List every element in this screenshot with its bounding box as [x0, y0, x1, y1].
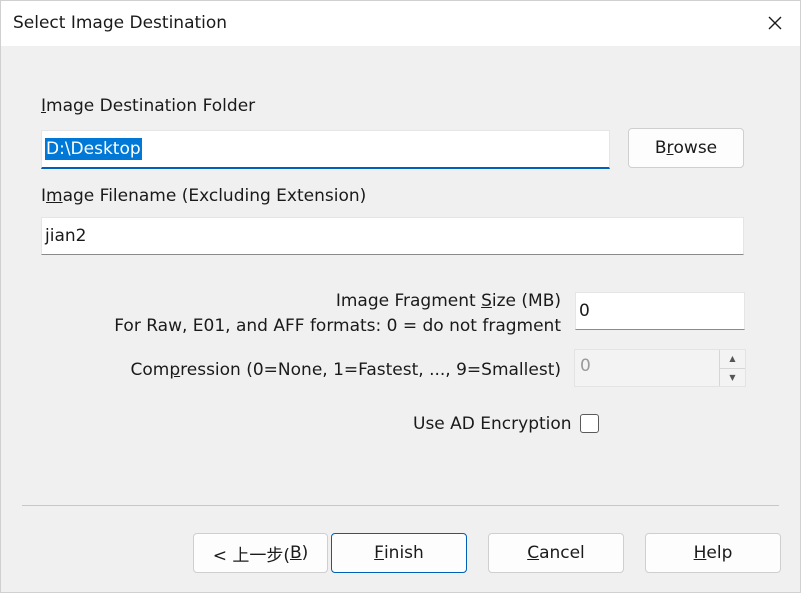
- fragment-size-hint: For Raw, E01, and AFF formats: 0 = do no…: [114, 316, 561, 336]
- filename-input[interactable]: jian2: [41, 217, 744, 255]
- browse-button[interactable]: Br owse: [628, 128, 744, 168]
- encryption-checkbox[interactable]: [580, 414, 599, 433]
- spin-up-icon[interactable]: ▲: [719, 350, 745, 368]
- help-button[interactable]: Help: [645, 533, 781, 573]
- finish-button[interactable]: Finish: [331, 533, 467, 573]
- cancel-button[interactable]: Cancel: [488, 533, 624, 573]
- encryption-label: Use AD Encryption: [413, 414, 572, 434]
- compression-spinbox[interactable]: 0 ▲ ▼: [574, 349, 746, 387]
- dialog-title: Select Image Destination: [13, 13, 228, 33]
- destination-folder-value: D:\Desktop: [45, 138, 142, 160]
- compression-spin-buttons: ▲ ▼: [719, 350, 745, 386]
- compression-value: 0: [580, 356, 591, 376]
- filename-value: jian2: [45, 226, 87, 246]
- back-button[interactable]: < 上一步(B): [193, 533, 328, 573]
- divider: [22, 505, 779, 506]
- dialog-content: Image Destination Folder D:\Desktop Br ow…: [1, 46, 800, 592]
- destination-folder-input[interactable]: D:\Desktop: [41, 130, 610, 169]
- title-bar: Select Image Destination: [1, 1, 800, 46]
- close-icon: [768, 16, 782, 30]
- fragment-size-value: 0: [579, 301, 590, 321]
- close-button[interactable]: [757, 5, 793, 41]
- filename-label: Image Filename (Excluding Extension): [41, 186, 367, 206]
- spin-down-icon[interactable]: ▼: [719, 367, 745, 386]
- destination-folder-label: Image Destination Folder: [41, 96, 256, 116]
- select-image-destination-dialog: Select Image Destination Image Destinati…: [0, 0, 801, 593]
- compression-label: Compression (0=None, 1=Fastest, ..., 9=S…: [130, 360, 562, 380]
- fragment-size-label: Image Fragment Size (MB): [335, 291, 561, 311]
- fragment-size-input[interactable]: 0: [575, 292, 745, 330]
